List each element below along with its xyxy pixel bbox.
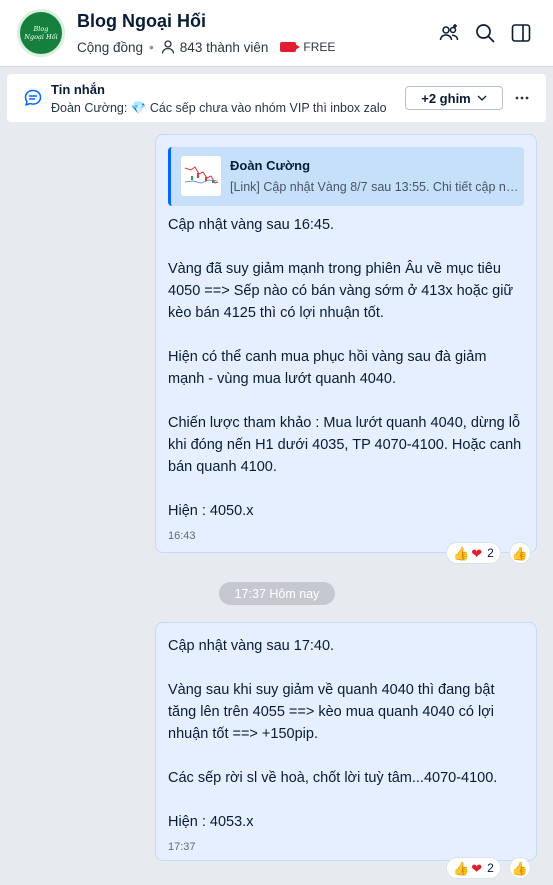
chat-bubble-icon	[24, 89, 42, 106]
quoted-text: [Link] Cập nhật Vàng 8/7 sau 13:55. Chi …	[230, 180, 520, 194]
heart-icon: ❤	[471, 860, 483, 876]
message-text: Cập nhật vàng sau 17:40. Vàng sau khi su…	[168, 638, 498, 830]
separator-dot: •	[149, 39, 154, 55]
message-time: 17:37	[168, 841, 196, 853]
group-avatar[interactable]: Blog Ngoại Hối	[17, 9, 65, 57]
plan-badge: FREE	[303, 40, 336, 54]
pinned-message-bar[interactable]: Tin nhắn Đoàn Cường: 💎 Các sếp chưa vào …	[7, 74, 546, 122]
logo-text-line2: Ngoại Hối	[24, 33, 58, 41]
thumbs-up-icon: 👍	[511, 860, 529, 876]
quoted-message[interactable]: Đoàn Cường [Link] Cập nhật Vàng 8/7 sau …	[168, 147, 524, 206]
thumbs-up-icon: 👍	[453, 860, 470, 876]
free-tag-icon	[280, 42, 301, 52]
more-pins-label: +2 ghim	[421, 90, 471, 106]
thumbs-up-icon: 👍	[511, 545, 529, 561]
logo-text-line1: Blog	[33, 25, 49, 33]
quoted-sender: Đoàn Cường	[230, 158, 311, 173]
chevron-down-icon	[477, 95, 487, 101]
reaction-count: 2	[487, 546, 494, 560]
chart-thumbnail	[181, 156, 221, 196]
conversation-header: Blog Ngoại Hối Blog Ngoại Hối Cộng đồng …	[0, 0, 553, 67]
message-bubble[interactable]: Cập nhật vàng sau 17:40. Vàng sau khi su…	[155, 622, 537, 861]
reaction-summary[interactable]: 👍 ❤ 2	[446, 857, 501, 879]
member-count[interactable]: 843 thành viên	[180, 40, 269, 55]
add-reaction-button[interactable]: 👍	[509, 857, 531, 879]
reaction-summary[interactable]: 👍 ❤ 2	[446, 542, 501, 564]
add-reaction-button[interactable]: 👍	[509, 542, 531, 564]
message-bubble[interactable]: Đoàn Cường [Link] Cập nhật Vàng 8/7 sau …	[155, 134, 537, 553]
message-time: 16:43	[168, 530, 196, 542]
message-text: Cập nhật vàng sau 16:45. Vàng đã suy giả…	[168, 217, 522, 519]
sidebar-toggle-icon[interactable]	[509, 21, 533, 45]
more-pins-button[interactable]: +2 ghim	[405, 86, 503, 110]
pinned-title: Tin nhắn	[51, 82, 105, 97]
add-member-icon[interactable]	[437, 21, 461, 45]
thumbs-up-icon: 👍	[453, 545, 470, 561]
time-divider: 17:37 Hôm nay	[219, 582, 335, 605]
more-icon[interactable]	[512, 89, 532, 107]
pinned-preview[interactable]: Đoàn Cường: 💎 Các sếp chưa vào nhóm VIP …	[51, 101, 396, 116]
member-icon	[161, 40, 174, 54]
group-meta: Cộng đồng • 843 thành viên FREE	[77, 39, 335, 55]
heart-icon: ❤	[471, 545, 483, 561]
community-label: Cộng đồng	[77, 39, 144, 55]
reaction-count: 2	[487, 861, 494, 875]
search-icon[interactable]	[473, 21, 497, 45]
group-title[interactable]: Blog Ngoại Hối	[77, 11, 206, 32]
